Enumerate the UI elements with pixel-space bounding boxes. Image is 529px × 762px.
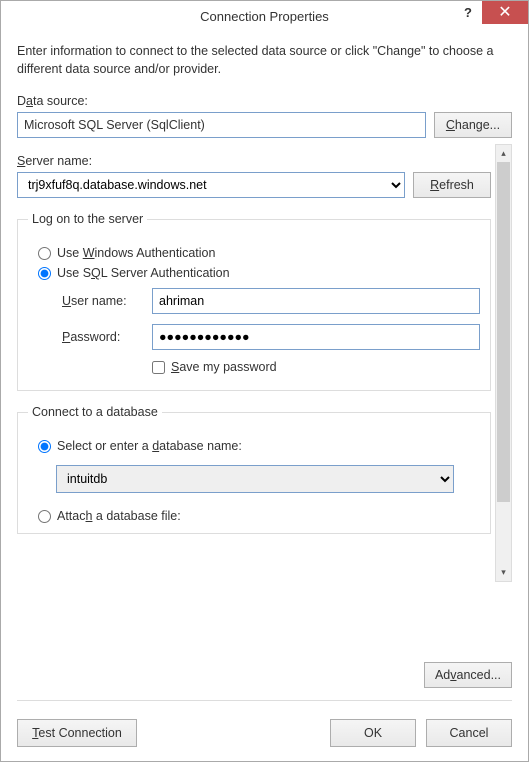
refresh-button[interactable]: Refresh [413, 172, 491, 198]
cancel-button[interactable]: Cancel [426, 719, 512, 747]
save-password-checkbox-input[interactable] [152, 361, 165, 374]
server-name-combobox[interactable]: trj9xfuf8q.database.windows.net [17, 172, 405, 198]
scroll-thumb[interactable] [497, 162, 510, 502]
database-legend: Connect to a database [28, 405, 162, 419]
attach-db-radio-input[interactable] [38, 510, 51, 523]
attach-db-radio[interactable]: Attach a database file: [38, 509, 480, 523]
titlebar: Connection Properties ? ✕ [1, 1, 528, 31]
dialog-footer: Test Connection OK Cancel [1, 719, 528, 761]
logon-legend: Log on to the server [28, 212, 147, 226]
sql-auth-radio-input[interactable] [38, 267, 51, 280]
separator [17, 700, 512, 701]
advanced-button[interactable]: Advanced... [424, 662, 512, 688]
vertical-scrollbar[interactable]: ▴ ▾ [495, 144, 512, 582]
ok-button[interactable]: OK [330, 719, 416, 747]
sql-auth-radio[interactable]: Use SQL Server Authentication [38, 266, 480, 280]
database-name-combobox[interactable]: intuitdb [56, 465, 454, 493]
data-source-field: Microsoft SQL Server (SqlClient) [17, 112, 426, 138]
window-title: Connection Properties [200, 9, 329, 24]
dialog-content: Enter information to connect to the sele… [1, 31, 528, 719]
server-name-label: Server name: [17, 154, 491, 168]
titlebar-controls: ? ✕ [454, 1, 528, 31]
password-input[interactable] [152, 324, 480, 350]
logon-group: Log on to the server Use Windows Authent… [17, 212, 491, 391]
test-connection-button[interactable]: Test Connection [17, 719, 137, 747]
database-group: Connect to a database Select or enter a … [17, 405, 491, 534]
password-label: Password: [62, 330, 142, 344]
windows-auth-radio-input[interactable] [38, 247, 51, 260]
intro-text: Enter information to connect to the sele… [17, 43, 512, 78]
help-button[interactable]: ? [454, 1, 482, 24]
save-password-checkbox[interactable]: Save my password [152, 360, 480, 374]
close-button[interactable]: ✕ [482, 1, 528, 24]
username-input[interactable] [152, 288, 480, 314]
close-icon: ✕ [498, 5, 511, 21]
username-label: User name: [62, 294, 142, 308]
select-db-radio[interactable]: Select or enter a database name: [38, 439, 480, 453]
windows-auth-radio[interactable]: Use Windows Authentication [38, 246, 480, 260]
select-db-radio-input[interactable] [38, 440, 51, 453]
change-button[interactable]: Change... [434, 112, 512, 138]
scroll-up-icon[interactable]: ▴ [496, 145, 511, 162]
scroll-down-icon[interactable]: ▾ [496, 564, 511, 581]
data-source-label: Data source: [17, 94, 512, 108]
